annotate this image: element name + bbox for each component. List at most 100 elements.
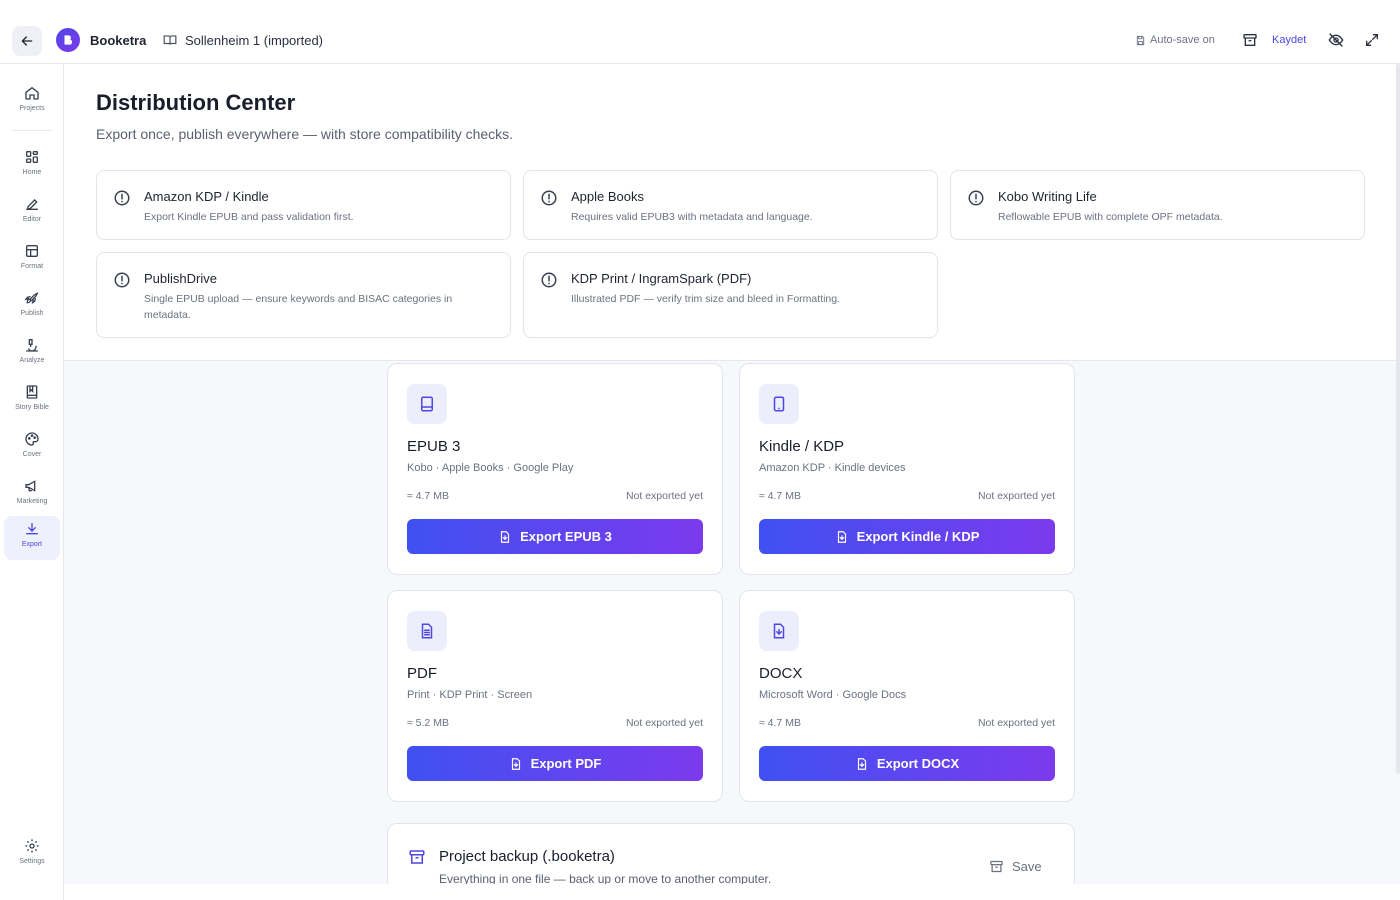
sidebar-label: Analyze <box>19 357 45 364</box>
sidebar-label: Editor <box>22 216 42 223</box>
export-docx-button[interactable]: Export DOCX <box>759 746 1055 781</box>
alert-circle-icon <box>541 190 557 206</box>
format-card-epub3: EPUB 3 Kobo · Apple Books · Google Play … <box>387 363 723 575</box>
arrow-left-icon <box>21 36 33 46</box>
sidebar-item-analyze[interactable]: Analyze <box>4 332 60 376</box>
book-icon <box>26 385 38 399</box>
sidebar-label: Export <box>21 541 43 548</box>
format-card-pdf: PDF Print · KDP Print · Screen ≈ 5.2 MB … <box>387 590 723 802</box>
rocket-icon <box>24 292 39 305</box>
file-download-icon <box>773 623 785 639</box>
file-download-icon <box>511 757 520 770</box>
sidebar-label: Story Bible <box>15 404 49 411</box>
format-status: Not exported yet <box>625 490 703 502</box>
page-subtitle: Export once, publish everywhere — with s… <box>96 126 514 142</box>
microscope-icon <box>26 339 38 352</box>
backup-save-label: Save <box>1012 859 1042 874</box>
app-name: Booketra <box>90 33 147 48</box>
button-label: Export DOCX <box>876 756 960 771</box>
format-status: Not exported yet <box>977 490 1055 502</box>
file-download-icon <box>857 757 866 770</box>
format-size: ≈ 4.7 MB <box>407 490 449 502</box>
sidebar-item-publish[interactable]: Publish <box>4 285 60 329</box>
back-button[interactable] <box>12 26 42 56</box>
sidebar-item-format[interactable]: Format <box>4 238 60 282</box>
export-kindle-button[interactable]: Export Kindle / KDP <box>759 519 1055 554</box>
store-desc: Requires valid EPUB3 with metadata and l… <box>571 211 813 223</box>
format-status: Not exported yet <box>977 717 1055 729</box>
megaphone-icon <box>25 480 36 492</box>
store-desc: Export Kindle EPUB and pass validation f… <box>144 211 354 223</box>
project-backup-card: Project backup (.booketra) Everything in… <box>387 823 1075 884</box>
file-download-icon <box>501 530 510 543</box>
store-card-amazon-kdp: Amazon KDP / Kindle Export Kindle EPUB a… <box>96 170 511 240</box>
store-name: Amazon KDP / Kindle <box>144 189 269 204</box>
sidebar-label: Projects <box>19 105 45 112</box>
store-name: Apple Books <box>571 189 644 204</box>
archive-icon <box>1243 34 1257 46</box>
export-formats-area: EPUB 3 Kobo · Apple Books · Google Play … <box>64 361 1400 884</box>
store-name: PublishDrive <box>144 271 217 286</box>
sidebar-item-marketing[interactable]: Marketing <box>4 473 60 517</box>
sidebar-item-editor[interactable]: Editor <box>4 191 60 235</box>
page-title: Distribution Center <box>96 90 296 115</box>
alert-circle-icon <box>114 190 130 206</box>
sidebar-item-export[interactable]: Export <box>4 516 60 560</box>
format-title: PDF <box>407 665 437 682</box>
file-download-icon <box>837 530 846 543</box>
store-card-apple-books: Apple Books Requires valid EPUB3 with me… <box>523 170 938 240</box>
store-card-publishdrive: PublishDrive Single EPUB upload — ensure… <box>96 252 511 338</box>
sidebar-item-home[interactable]: Home <box>4 144 60 188</box>
sidebar-item-cover[interactable]: Cover <box>4 426 60 470</box>
main-scrollbar[interactable] <box>1396 64 1400 774</box>
sidebar-item-story-bible[interactable]: Story Bible <box>4 379 60 423</box>
store-desc: Illustrated PDF — verify trim size and b… <box>571 293 841 305</box>
autosave-label: Auto-save on <box>1150 34 1215 46</box>
format-size: ≈ 5.2 MB <box>407 717 449 729</box>
open-book-icon <box>163 35 177 45</box>
sidebar: Projects Home Editor Format Publish Anal… <box>0 64 64 900</box>
home-icon <box>25 86 39 100</box>
format-title: Kindle / KDP <box>759 438 845 455</box>
format-subtitle: Kobo · Apple Books · Google Play <box>407 462 574 474</box>
format-badge <box>759 384 799 424</box>
file-text-icon <box>421 623 433 639</box>
sidebar-label: Marketing <box>16 498 48 505</box>
backup-save-button[interactable]: Save <box>989 859 1042 874</box>
project-name[interactable]: Sollenheim 1 (imported) <box>185 33 323 48</box>
distribution-header: Distribution Center Export once, publish… <box>64 64 1400 361</box>
eye-off-icon[interactable] <box>1328 32 1344 48</box>
app-logo <box>56 28 80 52</box>
export-epub3-button[interactable]: Export EPUB 3 <box>407 519 703 554</box>
button-label: Export PDF <box>530 756 602 771</box>
sidebar-label: Publish <box>20 310 44 317</box>
format-badge <box>407 611 447 651</box>
store-card-kobo: Kobo Writing Life Reflowable EPUB with c… <box>950 170 1365 240</box>
format-badge <box>407 384 447 424</box>
backup-subtitle: Everything in one file — back up or move… <box>439 872 772 884</box>
expand-icon[interactable] <box>1364 32 1380 48</box>
format-card-docx: DOCX Microsoft Word · Google Docs ≈ 4.7 … <box>739 590 1075 802</box>
store-name: KDP Print / IngramSpark (PDF) <box>571 271 752 286</box>
format-subtitle: Microsoft Word · Google Docs <box>759 689 907 701</box>
sidebar-item-projects[interactable]: Projects <box>4 80 60 124</box>
save-button[interactable]: Kaydet <box>1242 32 1306 48</box>
disk-icon <box>1136 35 1145 45</box>
button-label: Export EPUB 3 <box>520 529 612 544</box>
format-size: ≈ 4.7 MB <box>759 490 801 502</box>
format-card-kindle: Kindle / KDP Amazon KDP · Kindle devices… <box>739 363 1075 575</box>
format-subtitle: Print · KDP Print · Screen <box>407 689 533 701</box>
backup-title: Project backup (.booketra) <box>439 848 615 865</box>
store-desc: Single EPUB upload — ensure keywords and… <box>144 293 453 321</box>
main-content: Distribution Center Export once, publish… <box>64 64 1400 884</box>
save-label: Kaydet <box>1272 34 1307 46</box>
store-desc: Reflowable EPUB with complete OPF metada… <box>998 211 1223 223</box>
format-title: DOCX <box>759 665 803 682</box>
format-size: ≈ 4.7 MB <box>759 717 801 729</box>
export-pdf-button[interactable]: Export PDF <box>407 746 703 781</box>
sidebar-label: Home <box>22 169 42 176</box>
sidebar-item-settings[interactable]: Settings <box>4 833 60 877</box>
palette-icon <box>25 432 39 446</box>
format-badge <box>759 611 799 651</box>
layout-icon <box>26 245 38 257</box>
